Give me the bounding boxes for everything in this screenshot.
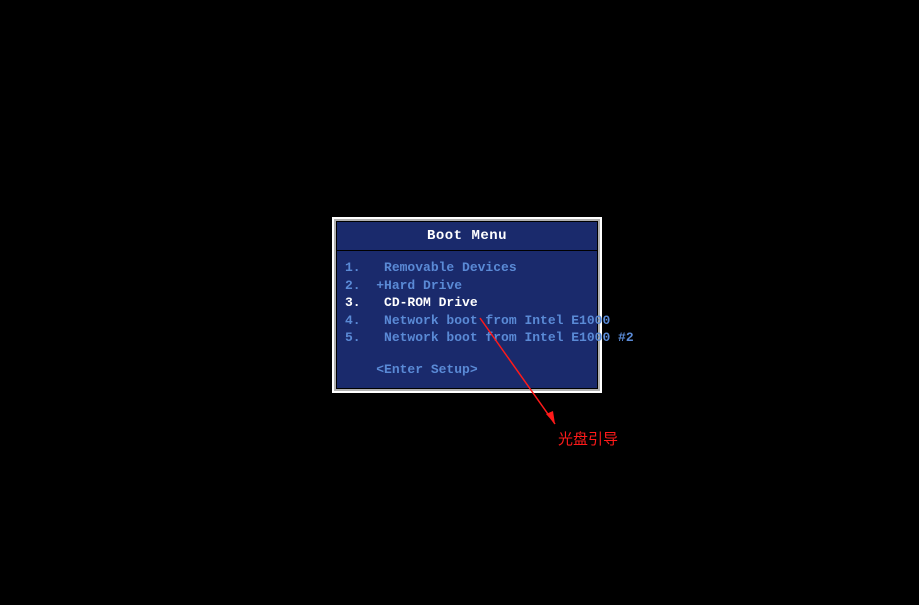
boot-item-num: 1. <box>345 260 361 275</box>
boot-item-removable[interactable]: 1. Removable Devices <box>345 259 589 277</box>
annotation-label: 光盘引导 <box>558 428 618 449</box>
boot-menu-title: Boot Menu <box>337 222 597 251</box>
boot-item-label: Removable Devices <box>384 260 517 275</box>
boot-item-num: 5. <box>345 330 361 345</box>
enter-setup-label: <Enter Setup> <box>376 362 477 377</box>
annotation-arrow-icon <box>475 316 575 436</box>
boot-item-hard-drive[interactable]: 2. +Hard Drive <box>345 277 589 295</box>
boot-item-num: 4. <box>345 313 361 328</box>
boot-item-label: +Hard Drive <box>376 278 462 293</box>
boot-item-label: CD-ROM Drive <box>384 295 478 310</box>
boot-item-cdrom[interactable]: 3. CD-ROM Drive <box>345 294 589 312</box>
boot-item-num: 2. <box>345 278 361 293</box>
boot-item-num: 3. <box>345 295 361 310</box>
